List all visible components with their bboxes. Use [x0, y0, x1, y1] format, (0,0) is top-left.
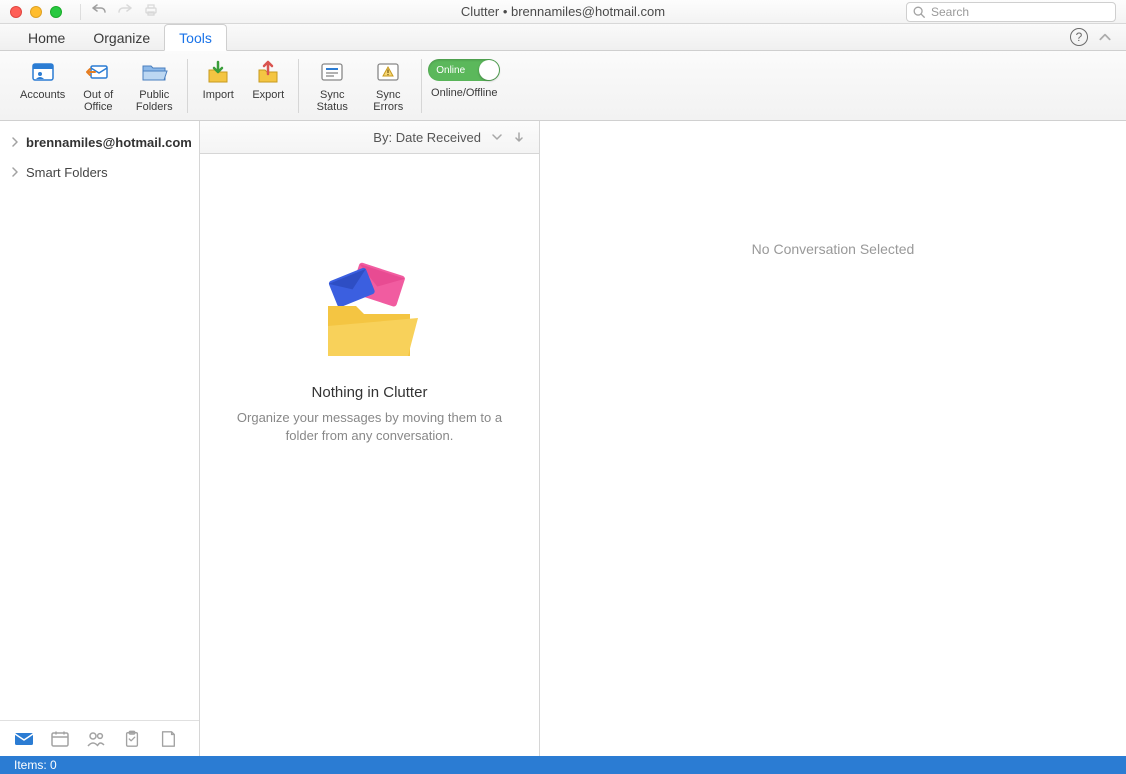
titlebar: Clutter • brennamiles@hotmail.com — [0, 0, 1126, 24]
sidebar-item-smart-folders[interactable]: Smart Folders — [0, 157, 199, 187]
notes-nav-icon[interactable] — [158, 730, 178, 748]
accounts-label: Accounts — [20, 89, 65, 101]
search-field[interactable] — [906, 2, 1116, 22]
sidebar-item-label: Smart Folders — [26, 165, 108, 180]
navigation-bar — [0, 720, 199, 756]
import-icon — [202, 57, 234, 87]
export-button[interactable]: Export — [248, 55, 288, 101]
chevron-right-icon — [10, 167, 20, 177]
public-folders-label: Public Folders — [131, 89, 177, 113]
ribbon-separator — [421, 59, 422, 113]
sync-errors-icon — [372, 57, 404, 87]
people-nav-icon[interactable] — [86, 730, 106, 748]
sync-errors-button[interactable]: Sync Errors — [365, 55, 411, 113]
help-icon[interactable]: ? — [1070, 28, 1088, 46]
sidebar-item-account[interactable]: brennamiles@hotmail.com — [0, 127, 199, 157]
folder-tree: brennamiles@hotmail.com Smart Folders — [0, 121, 199, 720]
tab-organize[interactable]: Organize — [79, 25, 164, 50]
export-label: Export — [252, 89, 284, 101]
tab-home[interactable]: Home — [14, 25, 79, 50]
search-icon — [912, 5, 926, 19]
sidebar-item-label: brennamiles@hotmail.com — [26, 135, 192, 150]
redo-icon[interactable] — [117, 2, 133, 21]
message-list-header[interactable]: By: Date Received — [200, 121, 539, 154]
search-input[interactable] — [906, 2, 1116, 22]
out-of-office-button[interactable]: Out of Office — [75, 55, 121, 113]
empty-state: Nothing in Clutter Organize your message… — [200, 154, 539, 756]
sync-errors-label: Sync Errors — [365, 89, 411, 113]
chevron-down-icon[interactable] — [491, 131, 503, 143]
import-button[interactable]: Import — [198, 55, 238, 101]
no-selection-text: No Conversation Selected — [752, 241, 915, 257]
online-toggle-label: Online — [436, 65, 465, 76]
online-toggle-caption: Online/Offline — [431, 87, 497, 99]
undo-icon[interactable] — [91, 2, 107, 21]
sync-status-button[interactable]: Sync Status — [309, 55, 355, 113]
online-toggle[interactable]: Online — [428, 59, 500, 81]
ribbon-tabs: Home Organize Tools ? — [0, 24, 1126, 51]
tab-tools[interactable]: Tools — [164, 24, 227, 51]
out-of-office-icon — [82, 57, 114, 87]
empty-title: Nothing in Clutter — [312, 384, 428, 401]
window-title: Clutter • brennamiles@hotmail.com — [461, 4, 665, 19]
print-icon[interactable] — [143, 2, 159, 21]
export-icon — [252, 57, 284, 87]
online-offline-toggle-group: Online Online/Offline — [428, 55, 500, 99]
collapse-ribbon-icon[interactable] — [1098, 30, 1112, 44]
ribbon: Accounts Out of Office Public Folders Im… — [0, 51, 1126, 121]
chevron-right-icon — [10, 137, 20, 147]
close-window-button[interactable] — [10, 6, 22, 18]
calendar-nav-icon[interactable] — [50, 730, 70, 748]
status-items-count: Items: 0 — [14, 758, 57, 772]
import-label: Import — [203, 89, 234, 101]
sidebar: brennamiles@hotmail.com Smart Folders — [0, 121, 200, 756]
sync-status-label: Sync Status — [309, 89, 355, 113]
empty-body: Organize your messages by moving them to… — [235, 409, 505, 445]
main-area: brennamiles@hotmail.com Smart Folders By… — [0, 121, 1126, 756]
tasks-nav-icon[interactable] — [122, 730, 142, 748]
qat-separator — [80, 4, 81, 20]
minimize-window-button[interactable] — [30, 6, 42, 18]
sync-status-icon — [316, 57, 348, 87]
toggle-knob — [479, 60, 499, 80]
out-of-office-label: Out of Office — [75, 89, 121, 113]
sort-label: By: Date Received — [373, 130, 481, 145]
message-list-pane: By: Date Received No — [200, 121, 540, 756]
ribbon-group-sync: Sync Status Sync Errors — [299, 55, 421, 117]
quick-access-toolbar — [80, 2, 159, 21]
ribbon-group-import-export: Import Export — [188, 55, 298, 117]
window-controls — [10, 6, 62, 18]
public-folders-icon — [138, 57, 170, 87]
status-bar: Items: 0 — [0, 756, 1126, 774]
reading-pane: No Conversation Selected — [540, 121, 1126, 756]
public-folders-button[interactable]: Public Folders — [131, 55, 177, 113]
zoom-window-button[interactable] — [50, 6, 62, 18]
accounts-button[interactable]: Accounts — [20, 55, 65, 101]
empty-folder-illustration — [310, 254, 430, 364]
mail-nav-icon[interactable] — [14, 730, 34, 748]
accounts-icon — [27, 57, 59, 87]
sort-direction-icon[interactable] — [513, 131, 525, 143]
ribbon-group-accounts: Accounts Out of Office Public Folders — [10, 55, 187, 117]
